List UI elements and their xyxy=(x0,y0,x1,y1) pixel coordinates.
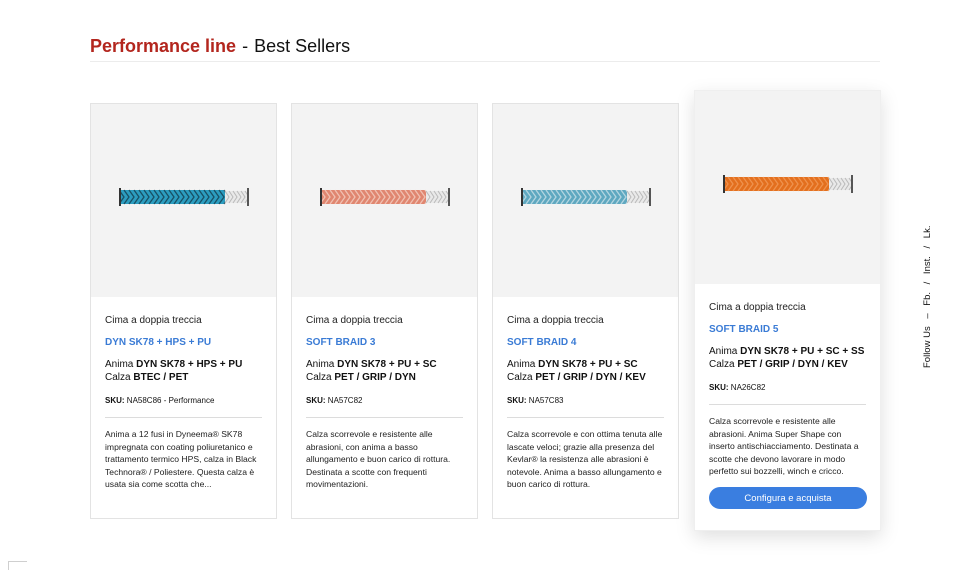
sku-label: SKU: xyxy=(507,396,527,405)
product-description: Anima a 12 fusi in Dyneema® SK78 impregn… xyxy=(105,429,257,490)
core-value: DYN SK78 + PU + SC xyxy=(538,359,638,370)
follow-us-label: Follow Us xyxy=(922,326,933,368)
card-divider xyxy=(306,417,463,418)
product-description: Calza scorrevole e resistente alle abras… xyxy=(306,429,451,490)
card-divider xyxy=(105,417,262,418)
product-type: Cima a doppia treccia xyxy=(105,315,202,326)
section-title-brand: Performance line xyxy=(90,36,237,56)
configure-buy-button[interactable]: Configura e acquista xyxy=(709,487,867,509)
cover-label: Calza xyxy=(306,372,332,383)
core-value: DYN SK78 + HPS + PU xyxy=(136,359,243,370)
social-links: Follow Us – Fb. / Inst. / Lk. xyxy=(922,226,933,369)
linkedin-link[interactable]: Lk. xyxy=(922,226,933,239)
cover-label: Calza xyxy=(507,372,533,383)
product-description: Calza scorrevole e con ottima tenuta all… xyxy=(507,429,663,490)
section-title: Performance line - Best Sellers xyxy=(90,36,350,57)
cover-value: BTEC / PET xyxy=(133,372,189,383)
rope-image xyxy=(320,188,450,206)
product-type: Cima a doppia treccia xyxy=(507,315,604,326)
cover-label: Calza xyxy=(709,359,735,370)
product-spec: Anima DYN SK78 + PU + SC + SS Calza PET … xyxy=(709,345,866,371)
section-title-separator: - xyxy=(242,36,249,56)
sku-value: NA26C82 xyxy=(730,383,766,392)
product-card-active[interactable]: Cima a doppia treccia SOFT BRAID 5 Anima… xyxy=(694,90,881,531)
sku-label: SKU: xyxy=(306,396,326,405)
product-name-link[interactable]: SOFT BRAID 3 xyxy=(306,337,463,348)
core-label: Anima xyxy=(507,359,536,370)
core-value: DYN SK78 + PU + SC + SS xyxy=(740,346,865,357)
product-image[interactable] xyxy=(493,104,678,297)
product-card[interactable]: Cima a doppia treccia SOFT BRAID 3 Anima… xyxy=(291,103,478,519)
social-separator: / xyxy=(922,281,933,285)
social-separator: / xyxy=(922,245,933,249)
card-divider xyxy=(507,417,664,418)
product-card[interactable]: Cima a doppia treccia DYN SK78 + HPS + P… xyxy=(90,103,277,519)
rope-image xyxy=(723,175,853,193)
section-title-subtitle: Best Sellers xyxy=(254,36,351,56)
product-spec: Anima DYN SK78 + PU + SC Calza PET / GRI… xyxy=(306,358,463,384)
product-name-link[interactable]: SOFT BRAID 4 xyxy=(507,337,664,348)
product-name-link[interactable]: SOFT BRAID 5 xyxy=(709,324,866,335)
rope-image xyxy=(521,188,651,206)
product-type: Cima a doppia treccia xyxy=(709,302,806,313)
product-spec: Anima DYN SK78 + HPS + PU Calza BTEC / P… xyxy=(105,358,262,384)
product-image[interactable] xyxy=(91,104,276,297)
core-value: DYN SK78 + PU + SC xyxy=(337,359,437,370)
social-dash: – xyxy=(922,313,933,319)
sku-label: SKU: xyxy=(105,396,125,405)
sku-value: NA57C82 xyxy=(327,396,363,405)
product-description: Calza scorrevole e resistente alle abras… xyxy=(709,416,859,477)
sku-value: NA57C83 xyxy=(528,396,564,405)
core-label: Anima xyxy=(105,359,134,370)
core-label: Anima xyxy=(306,359,335,370)
sku-value: NA58C86 - Performance xyxy=(126,396,215,405)
product-sku: SKU: NA57C82 xyxy=(306,396,463,405)
cover-value: PET / GRIP / DYN / KEV xyxy=(535,372,646,383)
rope-image xyxy=(119,188,249,206)
cover-label: Calza xyxy=(105,372,131,383)
product-image[interactable] xyxy=(292,104,477,297)
product-name-link[interactable]: DYN SK78 + HPS + PU xyxy=(105,337,262,348)
cover-value: PET / GRIP / DYN / KEV xyxy=(737,359,848,370)
page-corner-mark xyxy=(8,561,27,570)
card-divider xyxy=(709,404,866,405)
instagram-link[interactable]: Inst. xyxy=(922,256,933,274)
facebook-link[interactable]: Fb. xyxy=(922,292,933,306)
product-image[interactable] xyxy=(695,91,880,284)
product-sku: SKU: NA57C83 xyxy=(507,396,664,405)
core-label: Anima xyxy=(709,346,738,357)
cover-value: PET / GRIP / DYN xyxy=(334,372,416,383)
header-divider xyxy=(90,61,880,62)
product-sku: SKU: NA58C86 - Performance xyxy=(105,396,262,405)
product-sku: SKU: NA26C82 xyxy=(709,383,866,392)
product-type: Cima a doppia treccia xyxy=(306,315,403,326)
sku-label: SKU: xyxy=(709,383,729,392)
product-spec: Anima DYN SK78 + PU + SC Calza PET / GRI… xyxy=(507,358,664,384)
product-card[interactable]: Cima a doppia treccia SOFT BRAID 4 Anima… xyxy=(492,103,679,519)
